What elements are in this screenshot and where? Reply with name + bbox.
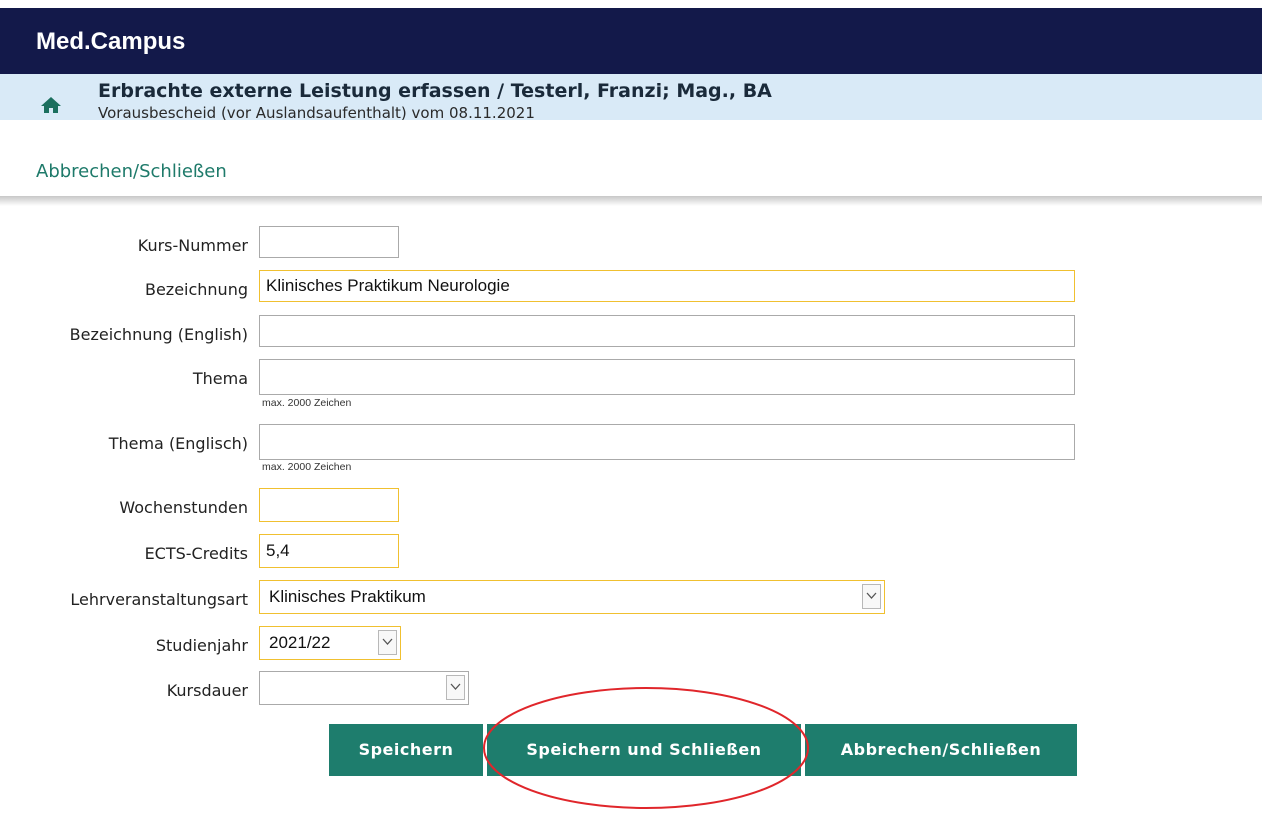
thema-englisch-input[interactable] (259, 424, 1075, 460)
wochenstunden-input[interactable] (259, 488, 399, 522)
app-header-bar: Med.Campus (0, 8, 1262, 74)
thema-englisch-label: Thema (Englisch) (108, 434, 248, 453)
page-subtitle: Vorausbescheid (vor Auslandsaufenthalt) … (98, 104, 535, 122)
thema-englisch-hint: max. 2000 Zeichen (262, 461, 352, 473)
cancel-close-link[interactable]: Abbrechen/Schließen (36, 161, 227, 182)
ects-credits-input[interactable] (259, 534, 399, 568)
ects-credits-label: ECTS-Credits (144, 544, 248, 563)
lehrveranstaltungsart-label: Lehrveranstaltungsart (70, 590, 248, 609)
bezeichnung-english-label: Bezeichnung (English) (69, 325, 248, 344)
home-icon[interactable] (40, 96, 62, 114)
page-title: Erbrachte externe Leistung erfassen / Te… (98, 80, 772, 102)
kurs-nummer-label: Kurs-Nummer (137, 236, 248, 255)
header-shadow (0, 196, 1262, 206)
thema-input[interactable] (259, 359, 1075, 395)
chevron-down-icon[interactable] (446, 675, 465, 700)
studienjahr-select[interactable]: 2021/22 (259, 626, 401, 660)
bezeichnung-input[interactable] (259, 270, 1075, 302)
wochenstunden-label: Wochenstunden (119, 498, 248, 517)
studienjahr-value: 2021/22 (269, 633, 331, 652)
chevron-down-icon[interactable] (378, 630, 397, 655)
bezeichnung-english-input[interactable] (259, 315, 1075, 347)
studienjahr-label: Studienjahr (155, 636, 248, 655)
chevron-down-icon[interactable] (862, 584, 881, 609)
kursdauer-label: Kursdauer (166, 681, 248, 700)
lehrveranstaltungsart-select[interactable]: Klinisches Praktikum (259, 580, 885, 614)
save-button[interactable]: Speichern (329, 724, 483, 776)
kursdauer-select[interactable] (259, 671, 469, 705)
bezeichnung-label: Bezeichnung (144, 280, 248, 299)
cancel-close-button[interactable]: Abbrechen/Schließen (805, 724, 1077, 776)
app-title: Med.Campus (36, 28, 186, 55)
thema-hint: max. 2000 Zeichen (262, 397, 352, 409)
kurs-nummer-input[interactable] (259, 226, 399, 258)
thema-label: Thema (192, 369, 248, 388)
save-and-close-button[interactable]: Speichern und Schließen (487, 724, 801, 776)
lehrveranstaltungsart-value: Klinisches Praktikum (269, 587, 426, 606)
